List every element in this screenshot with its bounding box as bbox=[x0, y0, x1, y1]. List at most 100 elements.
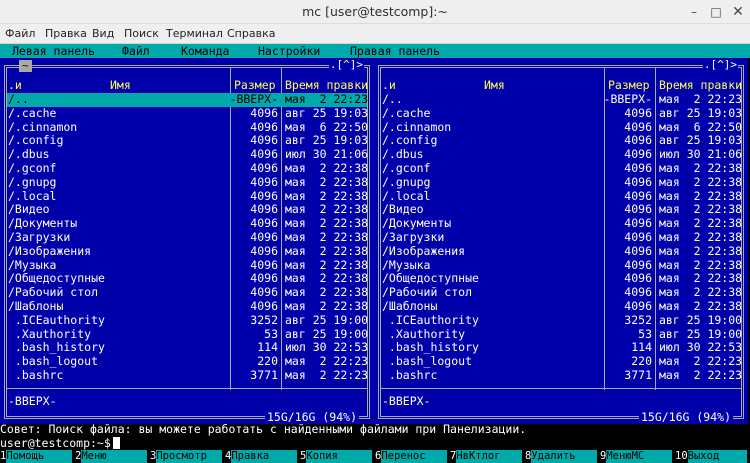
right-file-name[interactable]: /.gconf bbox=[382, 161, 430, 176]
fkey-6[interactable]: 6Перенос bbox=[375, 450, 450, 463]
left-file-name[interactable]: /.cache bbox=[8, 106, 56, 121]
left-file-name[interactable]: /Изображения bbox=[8, 244, 91, 259]
left-header-name[interactable]: Имя bbox=[110, 78, 131, 93]
left-file-name[interactable]: /Рабочий стол bbox=[8, 285, 98, 300]
right-file-name[interactable]: .bashrc bbox=[382, 368, 437, 383]
menu-view[interactable]: Вид bbox=[92, 27, 114, 40]
fkey-label: Просмотр bbox=[156, 450, 223, 463]
left-file-mtime: мая 2 22:38 bbox=[285, 188, 369, 203]
left-file-mtime: мая 2 22:23 bbox=[285, 368, 369, 382]
left-file-name[interactable]: /.gconf bbox=[8, 161, 56, 176]
left-file-name[interactable]: /.gnupg bbox=[8, 175, 56, 190]
left-file-mtime: авг 25 19:03 bbox=[285, 133, 369, 148]
menu-search[interactable]: Поиск bbox=[124, 27, 159, 40]
left-file-name[interactable]: /.cinnamon bbox=[8, 120, 77, 135]
mc-menu-command[interactable]: Команда bbox=[181, 44, 229, 58]
left-file-mtime: июл 30 22:53 bbox=[285, 340, 369, 355]
fkey-3[interactable]: 3Просмотр bbox=[150, 450, 225, 463]
right-header-sort[interactable]: .и bbox=[382, 78, 396, 93]
maximize-icon[interactable]: □ bbox=[708, 4, 724, 20]
right-file-name[interactable]: .bash_logout bbox=[382, 354, 472, 369]
right-file-name[interactable]: /Музыка bbox=[382, 258, 430, 273]
left-file-name[interactable]: .bashrc bbox=[8, 368, 63, 383]
left-header-mtime[interactable]: Время правки bbox=[285, 78, 368, 93]
right-file-name[interactable]: .Xauthority bbox=[382, 327, 465, 342]
window-title: mc [user@testcomp]:~ bbox=[302, 4, 448, 19]
fkey-2[interactable]: 2Меню bbox=[75, 450, 150, 463]
left-file-size: 4096 bbox=[250, 147, 278, 162]
right-panel-corner[interactable]: .[^]> bbox=[702, 59, 738, 71]
right-file-name[interactable]: /.. bbox=[382, 92, 403, 107]
left-panel[interactable]: ~ .[^]> .и Имя Размер Время правки /.. -B… bbox=[0, 58, 374, 424]
menu-terminal[interactable]: Терминал bbox=[166, 27, 223, 40]
right-file-name[interactable]: /Общедоступные bbox=[382, 272, 479, 286]
left-file-name[interactable]: .bash_logout bbox=[8, 354, 98, 369]
menu-edit[interactable]: Правка bbox=[45, 27, 87, 40]
right-panel[interactable]: .[^]> .и Имя Размер Время правки /.. -BBE… bbox=[374, 58, 748, 424]
right-file-name[interactable]: .ICEauthority bbox=[382, 313, 479, 328]
left-file-name[interactable]: /Документы bbox=[8, 216, 77, 231]
left-file-name[interactable]: /.config bbox=[8, 134, 63, 148]
left-header-size[interactable]: Размер bbox=[234, 78, 276, 93]
right-file-mtime: мая 2 22:38 bbox=[659, 299, 743, 313]
right-file-name[interactable]: /.dbus bbox=[382, 147, 424, 162]
right-status-line: -BBEPX- bbox=[382, 394, 431, 408]
right-header-size[interactable]: Размер bbox=[608, 78, 650, 93]
fkey-1[interactable]: 1Помощь bbox=[0, 450, 75, 463]
mc-menu-left-panel[interactable]: Левая панель bbox=[12, 44, 95, 58]
left-header-sort[interactable]: .и bbox=[8, 78, 22, 93]
right-file-name[interactable]: /.gnupg bbox=[382, 175, 430, 190]
right-file-name[interactable]: /Загрузки bbox=[382, 230, 444, 245]
right-file-mtime: мая 2 22:38 bbox=[659, 216, 743, 231]
fkey-8[interactable]: 8Удалить bbox=[525, 450, 600, 463]
left-file-name[interactable]: /.. bbox=[8, 92, 29, 107]
left-file-name[interactable]: .Xauthority bbox=[8, 327, 91, 342]
left-panel-corner[interactable]: .[^]> bbox=[328, 59, 364, 71]
minimize-icon[interactable]: – bbox=[686, 4, 702, 20]
left-col-sep-mtime bbox=[281, 68, 282, 390]
right-header-mtime[interactable]: Время правки bbox=[659, 78, 742, 93]
mc-menu-right-panel[interactable]: Правая панель bbox=[350, 44, 440, 58]
fkey-10[interactable]: 10Выход bbox=[675, 450, 750, 463]
right-file-name[interactable]: /Шаблоны bbox=[382, 299, 437, 314]
fkey-5[interactable]: 5Копия bbox=[300, 450, 375, 463]
fkey-label: Копия bbox=[306, 450, 373, 463]
right-file-name[interactable]: /Рабочий стол bbox=[382, 285, 472, 300]
right-file-name[interactable]: /.cache bbox=[382, 106, 430, 121]
right-header-name[interactable]: Имя bbox=[484, 78, 505, 93]
menu-help[interactable]: Справка bbox=[227, 27, 275, 40]
left-file-size: 4096 bbox=[250, 188, 278, 203]
left-file-size: 4096 bbox=[250, 285, 278, 300]
right-file-name[interactable]: /.cinnamon bbox=[382, 120, 451, 135]
right-file-mtime: мая 2 22:38 bbox=[659, 188, 743, 203]
left-file-name[interactable]: .ICEauthority bbox=[8, 313, 105, 328]
fkey-9[interactable]: 9МенюМС bbox=[600, 450, 675, 463]
right-file-name[interactable]: /Видео bbox=[382, 203, 424, 217]
right-file-size: 114 bbox=[631, 340, 652, 355]
fkey-label: Помощь bbox=[6, 450, 73, 463]
mc-menu-settings[interactable]: Настройки bbox=[258, 44, 320, 58]
right-file-name[interactable]: /Документы bbox=[382, 216, 451, 231]
right-file-name[interactable]: /.local bbox=[382, 189, 430, 204]
command-line[interactable]: user@testcomp:~$ bbox=[0, 436, 750, 450]
left-file-name[interactable]: .bash_history bbox=[8, 341, 105, 355]
right-col-sep-mtime bbox=[655, 68, 656, 390]
left-file-name[interactable]: /.dbus bbox=[8, 147, 50, 162]
left-panel-path[interactable]: ~ bbox=[19, 60, 32, 72]
left-file-name[interactable]: /Загрузки bbox=[8, 230, 70, 245]
menu-file[interactable]: Файл bbox=[5, 27, 35, 40]
left-file-name[interactable]: /Музыка bbox=[8, 258, 56, 273]
left-file-name[interactable]: /Общедоступные bbox=[8, 272, 105, 286]
mc-menu-file[interactable]: Файл bbox=[122, 44, 150, 58]
left-file-name[interactable]: /Видео bbox=[8, 203, 50, 217]
left-file-name[interactable]: /Шаблоны bbox=[8, 299, 63, 314]
fkey-4[interactable]: 4Правка bbox=[225, 450, 300, 463]
right-file-name[interactable]: .bash_history bbox=[382, 341, 479, 355]
close-icon[interactable]: ✕ bbox=[730, 4, 746, 20]
fkey-7[interactable]: 7НвКтлог bbox=[450, 450, 525, 463]
right-file-name[interactable]: /.config bbox=[382, 134, 437, 148]
right-file-name[interactable]: /Изображения bbox=[382, 244, 465, 259]
left-file-name[interactable]: /.local bbox=[8, 189, 56, 204]
right-file-mtime: мая 2 22:38 bbox=[659, 174, 743, 189]
right-file-size: 4096 bbox=[624, 257, 652, 272]
